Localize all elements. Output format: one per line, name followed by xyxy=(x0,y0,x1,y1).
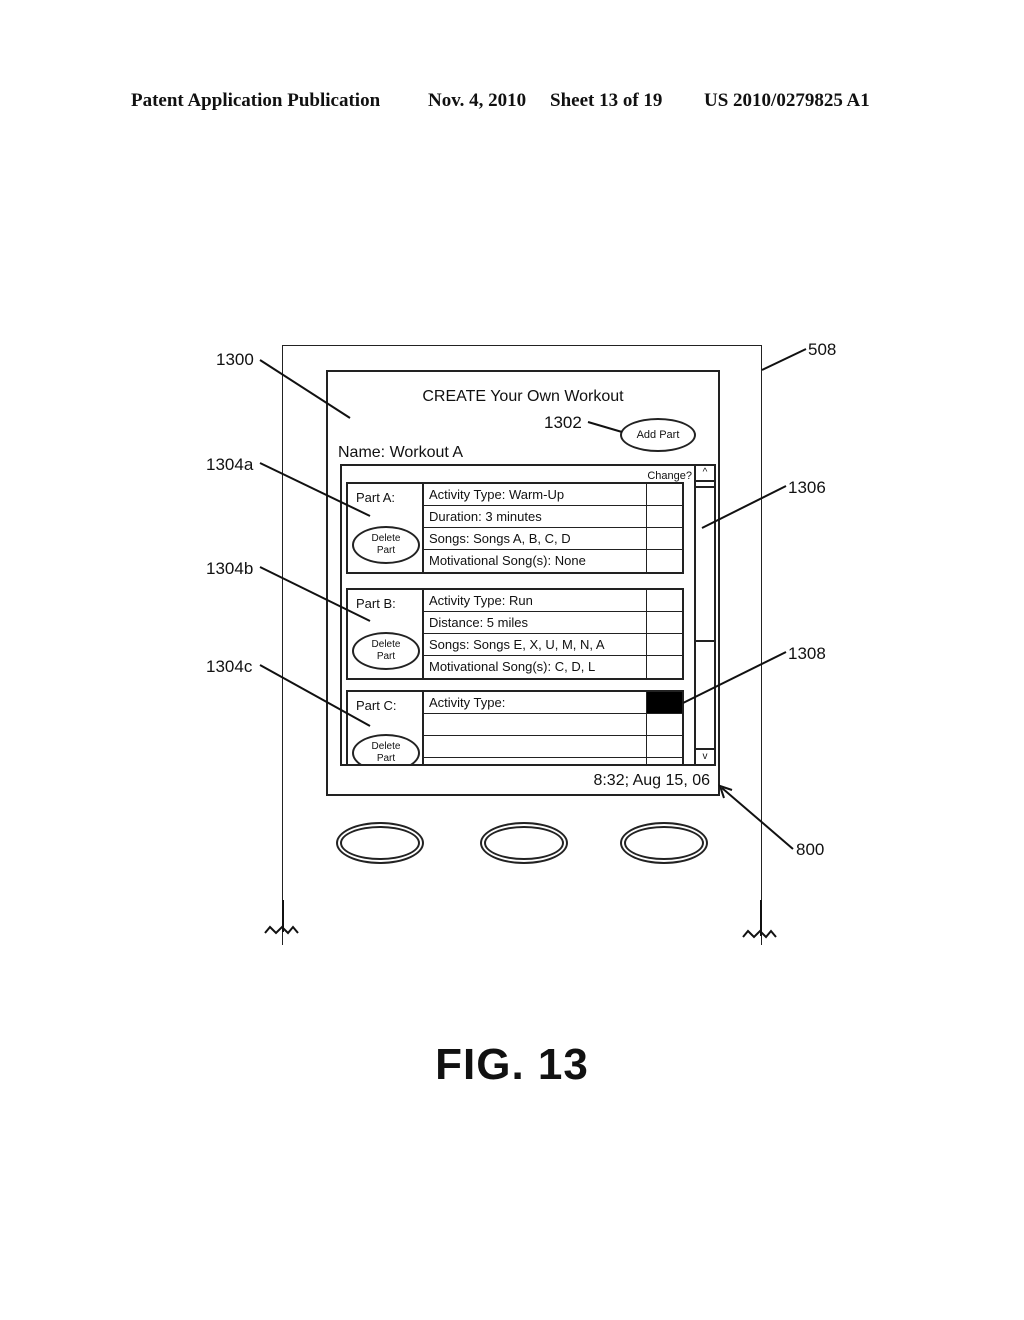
delete-label: Delete xyxy=(371,741,401,752)
ref-508: 508 xyxy=(808,340,837,359)
change-checkbox[interactable] xyxy=(646,736,682,757)
field-text: Motivational Song(s): None xyxy=(429,553,586,568)
ref-800: 800 xyxy=(796,840,825,859)
scroll-up-arrow-icon[interactable]: ^ xyxy=(696,466,714,482)
field-row[interactable]: Activity Type: Run xyxy=(424,590,682,612)
change-checkbox[interactable] xyxy=(646,550,682,572)
change-checkbox[interactable] xyxy=(646,714,682,735)
part-a-fields: Activity Type: Warm-Up Duration: 3 minut… xyxy=(422,484,682,572)
field-text: Activity Type: Warm-Up xyxy=(429,487,565,502)
field-row[interactable]: Songs: Songs A, B, C, D xyxy=(424,528,682,550)
device-screen-800: CREATE Your Own Workout Add Part Name: W… xyxy=(326,370,720,796)
field-text: Songs: Songs E, X, U, M, N, A xyxy=(429,637,605,652)
field-text: Activity Type: Run xyxy=(429,593,533,608)
field-text xyxy=(424,714,646,735)
scrollbar-thumb[interactable] xyxy=(696,486,714,642)
ref-1304b: 1304b xyxy=(206,559,254,578)
ref-1304a: 1304a xyxy=(206,455,254,474)
hardware-button-right[interactable] xyxy=(620,822,708,864)
sheet-number: Sheet 13 of 19 xyxy=(550,90,663,111)
scrollbar-1306[interactable]: ^ v xyxy=(694,466,714,764)
part-b-fields: Activity Type: Run Distance: 5 miles Son… xyxy=(422,590,682,678)
delete-part-c-button[interactable]: Delete Part xyxy=(352,734,420,764)
field-row[interactable] xyxy=(424,736,682,758)
ref-1300: 1300 xyxy=(216,350,254,369)
scroll-down-arrow-icon[interactable]: v xyxy=(696,748,714,764)
field-row[interactable]: Activity Type: xyxy=(424,692,682,714)
publication-label: Patent Application Publication xyxy=(131,90,381,111)
part-a-panel: Part A: Delete Part Activity Type: Warm-… xyxy=(346,482,684,574)
field-text: Activity Type: xyxy=(429,695,506,710)
field-text: Songs: Songs A, B, C, D xyxy=(429,531,571,546)
ref-1302: 1302 xyxy=(544,413,582,432)
part-label: Part C: xyxy=(356,698,397,713)
change-checkbox[interactable] xyxy=(646,612,682,633)
part-c-fields: Activity Type: xyxy=(422,692,682,764)
part-b-panel: Part B: Delete Part Activity Type: Run D… xyxy=(346,588,684,680)
ref-1306: 1306 xyxy=(788,478,826,497)
change-column-header: Change? xyxy=(647,470,692,482)
change-checkbox[interactable] xyxy=(646,528,682,549)
timestamp: 8:32; Aug 15, 06 xyxy=(593,772,710,789)
field-text: Distance: 5 miles xyxy=(429,615,528,630)
field-text xyxy=(424,758,646,764)
change-checkbox[interactable] xyxy=(646,634,682,655)
delete-label: Delete xyxy=(371,639,401,650)
field-row[interactable]: Distance: 5 miles xyxy=(424,612,682,634)
parts-list: Change? Part A: Delete Part Activity Typ… xyxy=(340,464,716,766)
hardware-button-left[interactable] xyxy=(336,822,424,864)
add-part-button[interactable]: Add Part xyxy=(620,418,696,452)
delete-label: Delete xyxy=(371,533,401,544)
change-checkbox[interactable] xyxy=(646,590,682,611)
change-checkbox[interactable] xyxy=(646,758,682,764)
field-row[interactable]: Songs: Songs E, X, U, M, N, A xyxy=(424,634,682,656)
delete-label: Part xyxy=(376,651,396,662)
delete-part-a-button[interactable]: Delete Part xyxy=(352,526,420,564)
workout-name: Name: Workout A xyxy=(338,444,464,461)
change-checkbox[interactable] xyxy=(646,484,682,505)
field-row[interactable] xyxy=(424,714,682,736)
field-text: Duration: 3 minutes xyxy=(429,509,542,524)
field-text xyxy=(424,736,646,757)
field-row[interactable]: Duration: 3 minutes xyxy=(424,506,682,528)
ref-1308: 1308 xyxy=(788,644,826,663)
hardware-button-center[interactable] xyxy=(480,822,568,864)
screen-title: CREATE Your Own Workout xyxy=(422,388,624,405)
ref-1304c: 1304c xyxy=(206,657,253,676)
change-checkbox[interactable] xyxy=(646,506,682,527)
delete-part-b-button[interactable]: Delete Part xyxy=(352,632,420,670)
delete-label: Part xyxy=(376,753,396,764)
field-row[interactable]: Motivational Song(s): None xyxy=(424,550,682,572)
figure-label: FIG. 13 xyxy=(435,1040,589,1089)
patent-number: US 2010/0279825 A1 xyxy=(704,90,870,111)
part-c-panel: Part C: Delete Part Activity Type: xyxy=(346,690,684,764)
delete-label: Part xyxy=(376,545,396,556)
publication-date: Nov. 4, 2010 xyxy=(428,90,527,111)
field-text: Motivational Song(s): C, D, L xyxy=(429,659,596,674)
part-label: Part A: xyxy=(356,490,396,505)
field-row[interactable]: Activity Type: Warm-Up xyxy=(424,484,682,506)
change-checkbox-selected[interactable] xyxy=(646,692,682,713)
change-checkbox[interactable] xyxy=(646,656,682,678)
field-row[interactable]: Motivational Song(s): C, D, L xyxy=(424,656,682,678)
field-row[interactable] xyxy=(424,758,682,764)
leader-508 xyxy=(761,348,807,371)
part-label: Part B: xyxy=(356,596,396,611)
